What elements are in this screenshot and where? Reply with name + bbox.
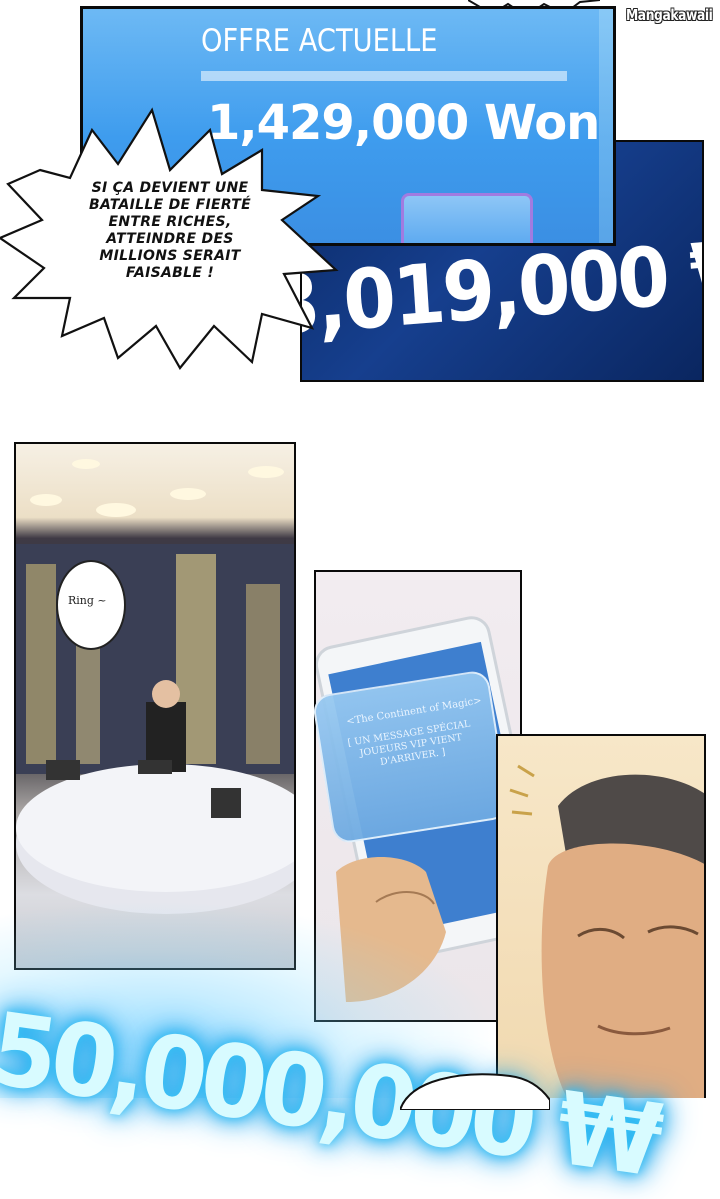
speech-bubble-bottom: [400, 1073, 550, 1110]
meeting-room-illustration: [16, 459, 294, 914]
meeting-room-panel: [14, 442, 296, 970]
ring-text: Ring ~: [68, 594, 107, 607]
burst-text: SI ÇA DEVIENT UNE BATAILLE DE FIERTÉ ENT…: [88, 180, 251, 281]
bid-button[interactable]: [401, 193, 533, 243]
offer-label: OFFRE ACTUELLE: [201, 23, 438, 59]
screen-edge: [599, 9, 613, 243]
face-illustration: [509, 764, 704, 1098]
face-panel: [496, 734, 706, 1098]
offer-divider: [201, 71, 567, 81]
watermark: Mangakawaii: [625, 6, 713, 24]
